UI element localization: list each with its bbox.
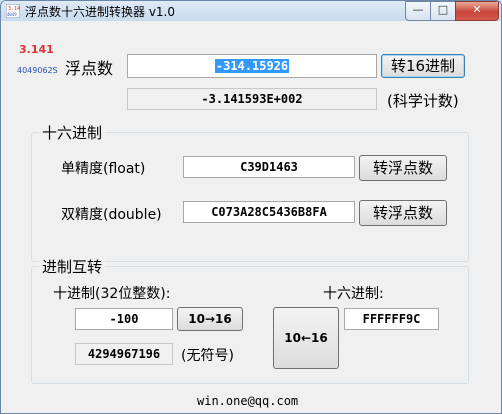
float-input[interactable]: -314.15926 bbox=[127, 54, 377, 78]
sci-notation-label: (科学计数) bbox=[387, 92, 459, 110]
decimal-label: 十进制(32位整数): bbox=[53, 286, 171, 302]
to-hex-button[interactable]: 转16进制 bbox=[381, 54, 465, 78]
double-hex-input[interactable]: C073A28C5436B8FA bbox=[183, 201, 355, 223]
float-label: 浮点数 bbox=[65, 59, 114, 78]
float-input-value: -314.15926 bbox=[214, 59, 290, 73]
svg-text:4049: 4049 bbox=[7, 12, 17, 17]
maximize-button[interactable]: □ bbox=[430, 1, 456, 21]
logo-text-bottom: 4049062S bbox=[17, 66, 58, 75]
logo-text-top: 3.141 bbox=[19, 43, 54, 56]
title-bar[interactable]: 3.14 4049 浮点数十六进制转换器 v1.0 — □ ✕ bbox=[1, 1, 501, 21]
unsigned-value-field: 4294967196 bbox=[75, 343, 173, 365]
window-title: 浮点数十六进制转换器 v1.0 bbox=[25, 5, 176, 19]
single-precision-label: 单精度(float) bbox=[61, 161, 146, 177]
decimal-input[interactable]: -100 bbox=[75, 308, 173, 330]
hex-to-dec-button[interactable]: 10←16 bbox=[273, 307, 339, 369]
double-precision-label: 双精度(double) bbox=[61, 207, 162, 223]
footer-email: win.one@qq.com bbox=[197, 394, 299, 408]
single-to-float-button[interactable]: 转浮点数 bbox=[359, 155, 447, 181]
unsigned-label: (无符号) bbox=[181, 348, 234, 364]
hex-group-title: 十六进制 bbox=[39, 122, 106, 143]
close-button[interactable]: ✕ bbox=[455, 1, 499, 21]
app-window: 3.14 4049 浮点数十六进制转换器 v1.0 — □ ✕ 3.141 40… bbox=[0, 0, 502, 414]
double-to-float-button[interactable]: 转浮点数 bbox=[359, 200, 447, 226]
hex-input[interactable]: FFFFFF9C bbox=[344, 308, 439, 330]
app-icon: 3.14 4049 bbox=[6, 4, 20, 18]
single-hex-input[interactable]: C39D1463 bbox=[183, 156, 355, 178]
minimize-button[interactable]: — bbox=[405, 1, 431, 21]
hex-groupbox bbox=[31, 132, 469, 262]
logo-image: 3.141 4049062S bbox=[15, 43, 58, 83]
hex-label: 十六进制: bbox=[323, 286, 384, 302]
radix-group-title: 进制互转 bbox=[39, 256, 106, 277]
client-area: 3.141 4049062S 浮点数 -314.15926 转16进制 -3.1… bbox=[1, 21, 501, 413]
dec-to-hex-button[interactable]: 10→16 bbox=[177, 307, 243, 331]
sci-notation-field: -3.141593E+002 bbox=[127, 88, 377, 110]
